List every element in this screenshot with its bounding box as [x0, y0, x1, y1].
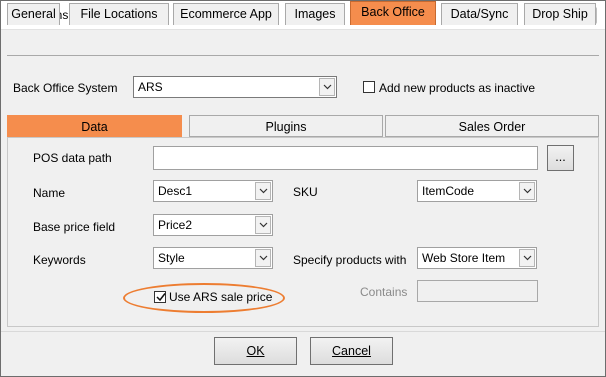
back-office-system-select[interactable]: ARS [133, 76, 337, 98]
use-sale-price-label: Use ARS sale price [169, 290, 273, 304]
name-label: Name [33, 186, 66, 200]
tab-divider [7, 55, 599, 56]
footer-divider [1, 331, 605, 332]
options-dialog: Options ✕ General File Locations Ecommer… [0, 0, 606, 377]
name-select[interactable]: Desc1 [153, 180, 273, 202]
pos-data-path-label: POS data path [33, 151, 112, 165]
keywords-label: Keywords [33, 253, 86, 267]
sku-select[interactable]: ItemCode [417, 180, 537, 202]
pos-data-path-input[interactable] [153, 146, 538, 170]
subtab-sales-order[interactable]: Sales Order [385, 115, 599, 137]
base-price-select[interactable]: Price2 [153, 214, 273, 236]
tab-drop-ship[interactable]: Drop Ship [524, 3, 596, 25]
use-sale-price-checkbox[interactable] [154, 291, 166, 303]
tab-general[interactable]: General [7, 3, 60, 25]
tab-data-sync[interactable]: Data/Sync [441, 3, 518, 25]
cancel-button[interactable]: Cancel [310, 337, 393, 365]
base-price-label: Base price field [33, 220, 116, 234]
chevron-down-icon [255, 182, 271, 200]
subtab-data[interactable]: Data [7, 115, 182, 137]
contains-input[interactable] [417, 280, 538, 302]
contains-label: Contains [360, 285, 408, 299]
tab-ecommerce-app[interactable]: Ecommerce App [173, 3, 279, 25]
specify-products-select[interactable]: Web Store Item [417, 247, 537, 269]
chevron-down-icon [255, 249, 271, 267]
tab-file-locations[interactable]: File Locations [69, 3, 169, 25]
chevron-down-icon [519, 182, 535, 200]
tab-back-office[interactable]: Back Office [350, 1, 436, 25]
specify-products-label: Specify products with [293, 253, 407, 267]
add-inactive-label: Add new products as inactive [379, 81, 536, 95]
add-inactive-checkbox[interactable] [363, 81, 375, 93]
ok-button[interactable]: OK [214, 337, 297, 365]
chevron-down-icon [255, 216, 271, 234]
subtab-plugins[interactable]: Plugins [189, 115, 383, 137]
checkmark-icon [156, 293, 166, 302]
back-office-system-label: Back Office System [13, 81, 118, 95]
sku-label: SKU [293, 185, 318, 199]
browse-button[interactable]: ... [547, 145, 574, 171]
chevron-down-icon [319, 78, 335, 96]
chevron-down-icon [519, 249, 535, 267]
tab-images[interactable]: Images [285, 3, 345, 25]
keywords-select[interactable]: Style [153, 247, 273, 269]
